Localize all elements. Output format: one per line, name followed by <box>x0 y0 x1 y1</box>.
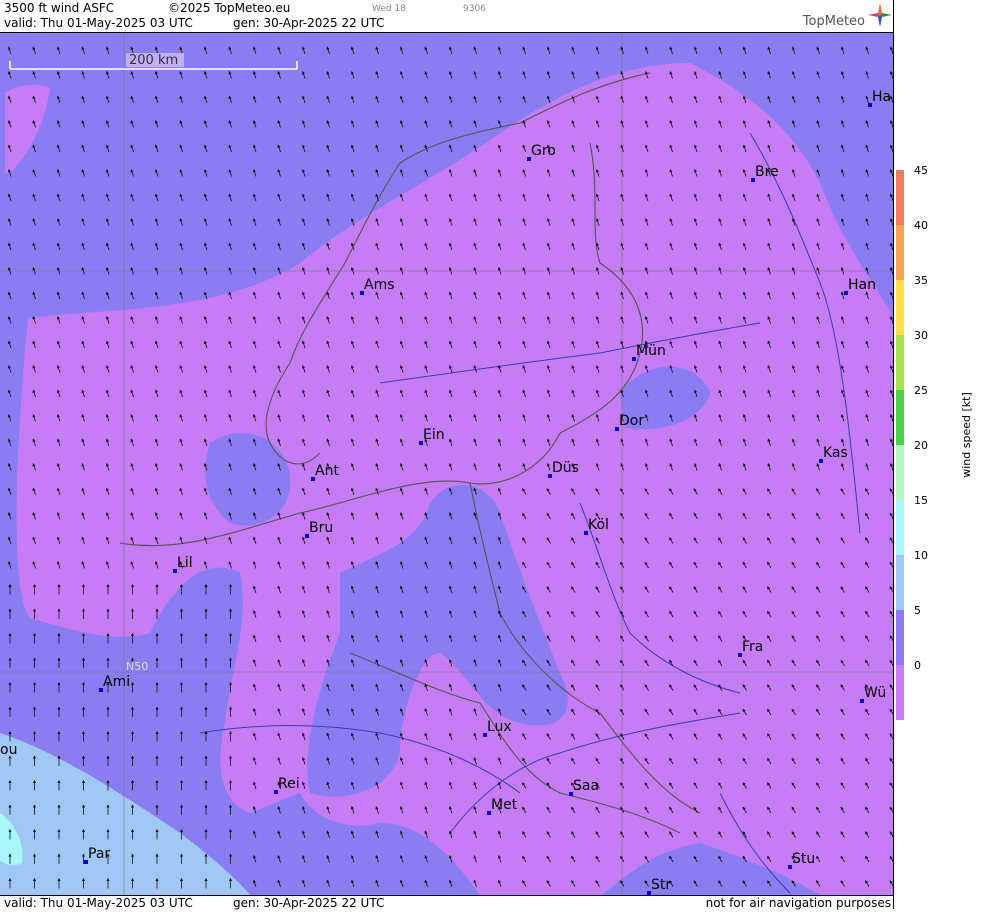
legend-tick-label: 20 <box>914 439 928 452</box>
map-footer: valid: Thu 01-May-2025 03 UTC gen: 30-Ap… <box>0 895 893 910</box>
map-header: 3500 ft wind ASFC ©2025 TopMeteo.eu Wed … <box>0 0 893 33</box>
city-label: Gro <box>531 143 556 159</box>
copyright-text: ©2025 TopMeteo.eu <box>168 1 291 15</box>
legend-color-segment <box>896 445 904 500</box>
legend-color-segment <box>896 500 904 555</box>
scale-label: 200 km <box>129 53 178 68</box>
legend-color-segment <box>896 555 904 610</box>
valid-time: valid: Thu 01-May-2025 03 UTC <box>4 16 193 30</box>
city-label: Ant <box>315 463 339 479</box>
city-label: Stu <box>792 851 815 867</box>
legend-tick-label: 30 <box>914 329 928 342</box>
legend-color-segment <box>896 335 904 390</box>
legend-tick-label: 5 <box>914 604 921 617</box>
city-label: Dor <box>619 413 644 429</box>
city-label: Köl <box>588 517 609 533</box>
city-label: Lux <box>487 719 512 735</box>
run-code: 9306 <box>463 4 486 14</box>
wind-map[interactable]: 200 km N50 Ha Gro Bre Ams Han Mün Ein Dor Ant Düs… <box>0 33 893 895</box>
wind-speed-legend: 45 40 35 30 25 20 15 10 5 0 wind speed [kt] <box>893 0 983 909</box>
legend-tick-label: 35 <box>914 274 928 287</box>
city-label: Str <box>651 877 671 893</box>
city-label: Mün <box>636 343 666 359</box>
map-canvas: 200 km N50 Ha Gro Bre Ams Han Mün Ein Dor Ant Düs… <box>0 33 893 895</box>
product-title: 3500 ft wind ASFC <box>4 1 115 15</box>
city-label: Wü <box>864 685 886 701</box>
city-label: Par <box>88 846 110 862</box>
city-label: Ami <box>103 674 130 690</box>
city-label: Ein <box>423 427 445 443</box>
city-label: Lil <box>177 555 193 571</box>
legend-canvas: 45 40 35 30 25 20 15 10 5 0 wind speed [kt] <box>896 164 973 720</box>
city-label: Düs <box>552 460 579 476</box>
legend-color-segment <box>896 280 904 335</box>
legend-tick-label: 25 <box>914 384 928 397</box>
city-label: Han <box>848 277 876 293</box>
legend-color-segment <box>896 665 904 720</box>
city-label: Ams <box>364 277 395 293</box>
footer-valid-time: valid: Thu 01-May-2025 03 UTC <box>4 896 193 910</box>
city-label: Fra <box>742 639 763 655</box>
city-label: Rei <box>278 776 300 792</box>
legend-tick-label: 15 <box>914 494 928 507</box>
compass-logo-icon <box>868 3 892 27</box>
disclaimer-text: not for air navigation purposes <box>705 896 891 910</box>
legend-tick-label: 10 <box>914 549 928 562</box>
legend-color-bar <box>896 170 904 720</box>
footer-generated-time: gen: 30-Apr-2025 22 UTC <box>233 896 385 910</box>
legend-color-segment <box>896 170 904 225</box>
generated-time: gen: 30-Apr-2025 22 UTC <box>233 16 385 30</box>
day-label: Wed 18 <box>372 4 406 14</box>
legend-ticks: 45 40 35 30 25 20 15 10 5 0 <box>914 164 928 672</box>
brand-name: TopMeteo <box>802 14 865 29</box>
city-label: Ha <box>872 89 891 105</box>
city-label: Kas <box>823 445 848 461</box>
city-label: ou <box>0 742 17 758</box>
city-label: Saa <box>573 778 599 794</box>
city-label: Met <box>491 797 518 813</box>
legend-color-segment <box>896 225 904 280</box>
city-label: Bre <box>755 164 779 180</box>
legend-tick-label: 0 <box>914 659 921 672</box>
legend-tick-label: 40 <box>914 219 928 232</box>
legend-color-segment <box>896 610 904 665</box>
legend-title: wind speed [kt] <box>960 392 973 478</box>
legend-color-segment <box>896 390 904 445</box>
city-label: Bru <box>309 520 333 536</box>
latitude-label: N50 <box>126 660 148 673</box>
legend-tick-label: 45 <box>914 164 928 177</box>
